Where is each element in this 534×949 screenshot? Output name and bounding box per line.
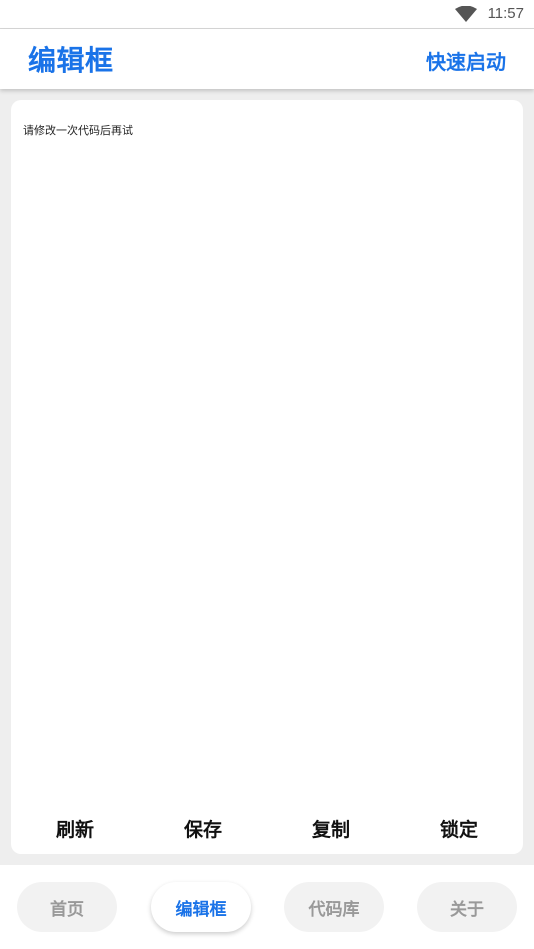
- nav-editor[interactable]: 编辑框: [151, 882, 251, 932]
- nav-about[interactable]: 关于: [417, 882, 517, 932]
- refresh-button[interactable]: 刷新: [11, 815, 139, 842]
- nav-code-library[interactable]: 代码库: [284, 882, 384, 932]
- nav-home[interactable]: 首页: [17, 882, 117, 932]
- quick-start-button[interactable]: 快速启动: [426, 46, 506, 75]
- copy-button[interactable]: 复制: [267, 815, 395, 842]
- editor-text-area[interactable]: 请修改一次代码后再试: [23, 122, 133, 138]
- page-title: 编辑框: [28, 44, 114, 77]
- status-bar: 11:57: [0, 0, 534, 29]
- app-bar: 编辑框 快速启动: [0, 29, 534, 89]
- wifi-icon: [455, 6, 477, 22]
- editor-card[interactable]: 请修改一次代码后再试 刷新 保存 复制 锁定: [11, 100, 523, 854]
- editor-actions: 刷新 保存 复制 锁定: [11, 814, 523, 842]
- save-button[interactable]: 保存: [139, 815, 267, 842]
- bottom-nav: 首页 编辑框 代码库 关于: [0, 865, 534, 949]
- lock-button[interactable]: 锁定: [395, 815, 523, 842]
- status-clock: 11:57: [487, 5, 524, 22]
